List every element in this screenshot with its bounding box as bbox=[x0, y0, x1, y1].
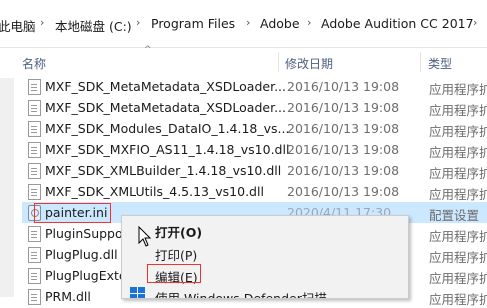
file-name: MXF_SDK_MetaMetadata_XSDLoader... bbox=[45, 79, 286, 94]
column-header-row: 名称 修改日期 类型 bbox=[0, 47, 487, 77]
column-header-name[interactable]: 名称 bbox=[22, 55, 46, 72]
file-row[interactable]: MXF_SDK_MetaMetadata_XSDLoader... 2016/1… bbox=[22, 97, 487, 118]
file-type: 应用程序扩 bbox=[429, 250, 487, 265]
file-type: 应用程序扩 bbox=[429, 166, 487, 181]
dll-file-icon bbox=[28, 184, 41, 200]
file-type: 应用程序扩 bbox=[429, 187, 487, 202]
file-row[interactable]: MXF_SDK_MetaMetadata_XSDLoader... 2016/1… bbox=[22, 76, 487, 97]
menu-item-open[interactable]: 打开(O) bbox=[155, 222, 202, 241]
file-type: 应用程序扩 bbox=[429, 271, 487, 286]
file-date: 2016/10/13 19:08 bbox=[287, 100, 400, 115]
file-row[interactable]: MXF_SDK_XMLBuilder_1.4.18_vs10.dll 2016/… bbox=[22, 160, 487, 181]
chevron-right-icon: › bbox=[136, 16, 141, 29]
file-date: 2016/10/13 19:08 bbox=[287, 121, 400, 136]
chevron-right-icon: › bbox=[307, 16, 312, 29]
chevron-right-icon: › bbox=[40, 16, 45, 29]
dll-file-icon bbox=[28, 121, 41, 137]
file-name: MXF_SDK_Modules_DataIO_1.4.18_vs... bbox=[45, 121, 290, 136]
file-type: 应用程序扩 bbox=[429, 82, 487, 97]
column-divider[interactable] bbox=[420, 52, 421, 72]
dll-file-icon bbox=[28, 247, 41, 263]
column-header-date[interactable]: 修改日期 bbox=[285, 55, 333, 72]
chevron-right-icon: › bbox=[246, 16, 251, 29]
file-name: PlugPlug.dll bbox=[45, 247, 118, 262]
file-row[interactable]: MXF_SDK_Modules_DataIO_1.4.18_vs... 2016… bbox=[22, 118, 487, 139]
file-date: 2016/10/13 19:08 bbox=[287, 142, 400, 157]
file-type: 应用程序扩 bbox=[429, 145, 487, 160]
dll-file-icon bbox=[28, 100, 41, 116]
column-header-type[interactable]: 类型 bbox=[428, 55, 452, 72]
file-name: PlugPlugExter bbox=[45, 268, 132, 283]
sort-ascending-icon: ^ bbox=[144, 45, 152, 55]
windows-defender-icon bbox=[130, 287, 146, 298]
file-type: 配置设置 bbox=[429, 208, 480, 223]
file-row[interactable]: MXF_SDK_MXFIO_AS11_1.4.18_vs10.dll 2016/… bbox=[22, 139, 487, 160]
dll-file-icon bbox=[28, 142, 41, 158]
breadcrumb: 此电脑 › 本地磁盘 (C:) › Program Files › Adobe … bbox=[0, 0, 487, 48]
file-type: 应用程序扩 bbox=[429, 124, 487, 139]
file-type: 应用程序扩 bbox=[429, 229, 487, 244]
left-scrollbar[interactable] bbox=[0, 78, 14, 297]
dll-file-icon bbox=[28, 226, 41, 242]
dll-file-icon bbox=[28, 289, 41, 305]
chevron-right-icon: › bbox=[473, 16, 478, 29]
file-row[interactable]: MXF_SDK_XMLUtils_4.5.13_vs10.dll 2016/10… bbox=[22, 181, 487, 202]
menu-item-defender-scan[interactable]: 使用 Windows Defender扫描... bbox=[155, 288, 339, 298]
file-type: 应用程序扩 bbox=[429, 292, 487, 307]
dll-file-icon bbox=[28, 79, 41, 95]
context-menu: 打开(O) 打印(P) 编辑(E) 使用 Windows Defender扫描.… bbox=[121, 215, 409, 299]
menu-item-print[interactable]: 打印(P) bbox=[155, 245, 197, 264]
file-name: PluginSuppor bbox=[45, 226, 128, 241]
breadcrumb-adobe[interactable]: Adobe bbox=[260, 16, 300, 31]
column-divider[interactable] bbox=[278, 52, 279, 72]
mouse-cursor-icon bbox=[138, 226, 152, 247]
breadcrumb-audition[interactable]: Adobe Audition CC 2017 bbox=[321, 16, 474, 31]
breadcrumb-this-pc[interactable]: 此电脑 bbox=[0, 16, 36, 35]
breadcrumb-local-disk[interactable]: 本地磁盘 (C:) bbox=[55, 16, 132, 35]
file-name: MXF_SDK_XMLUtils_4.5.13_vs10.dll bbox=[45, 184, 264, 199]
file-date: 2016/10/13 19:08 bbox=[287, 163, 400, 178]
highlight-box bbox=[147, 264, 201, 283]
breadcrumb-program-files[interactable]: Program Files bbox=[151, 16, 235, 31]
file-name: MXF_SDK_XMLBuilder_1.4.18_vs10.dll bbox=[45, 163, 282, 178]
file-type: 应用程序扩 bbox=[429, 103, 487, 118]
file-name: MXF_SDK_MetaMetadata_XSDLoader... bbox=[45, 100, 286, 115]
dll-file-icon bbox=[28, 268, 41, 284]
file-name: MXF_SDK_MXFIO_AS11_1.4.18_vs10.dll bbox=[45, 142, 290, 157]
file-date: 2016/10/13 19:08 bbox=[287, 184, 400, 199]
highlight-box bbox=[34, 203, 111, 223]
file-date: 2016/10/13 19:08 bbox=[287, 79, 400, 94]
dll-file-icon bbox=[28, 163, 41, 179]
